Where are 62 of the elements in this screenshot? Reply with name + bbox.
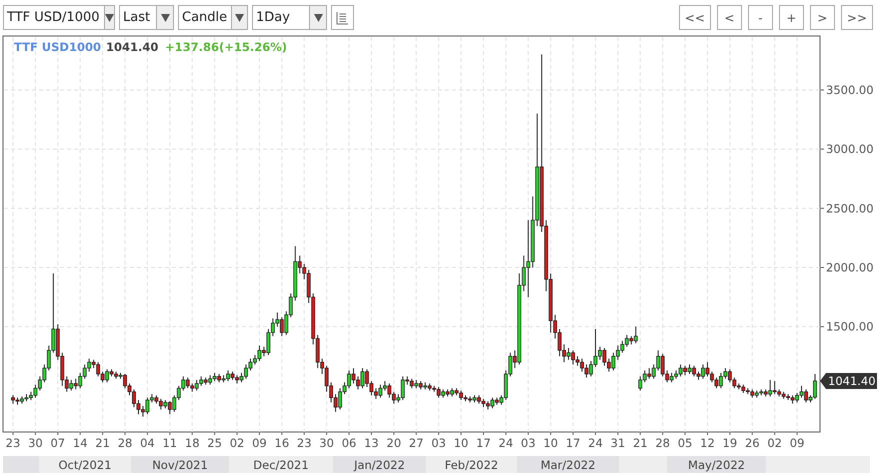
axis-label: 27 [408,436,424,450]
axis-label: 26 [744,436,760,450]
axis-label: 21 [632,436,648,450]
axis-label: 23 [6,436,20,450]
axis-label: 09 [252,436,267,450]
navigation-button[interactable]: > [810,5,835,30]
change-label: +137.86(+15.26%) [165,40,288,54]
price-type-dropdown[interactable]: Last [119,5,174,30]
axis-label: 30 [28,436,43,450]
month-label: May/2022 [667,456,766,473]
axis-label: 2500.00 [826,201,874,216]
axis-label: 28 [118,436,132,450]
month-label: Jan/2022 [333,456,426,473]
axis-label: 14 [72,436,88,450]
chart-type-dropdown[interactable]: Candle [178,5,248,30]
axis-label: 21 [95,436,110,450]
axis-label: 18 [184,436,200,450]
month-label: Oct/2021 [39,456,131,473]
axis-label: 11 [162,436,178,450]
interval-dropdown[interactable]: 1Day [252,5,327,30]
axis-label: 05 [678,436,692,450]
axis-label: 3000.00 [826,142,874,156]
axis-label: 23 [296,436,312,450]
axis-label: 09 [790,436,804,450]
navigation-button[interactable]: - [748,5,773,30]
axis-label: 20 [386,436,402,450]
axis-label: 02 [767,436,782,450]
axis-label: 17 [476,436,491,450]
axis-label: 06 [342,436,356,450]
axis-label: 16 [274,436,290,450]
axis-label: 24 [588,436,603,450]
axis-label: 12 [700,436,715,450]
axis-label: 28 [655,436,670,450]
axis-label: 31 [610,436,626,450]
axis-label: 10 [543,436,558,450]
axis-label: 03 [520,436,536,450]
axis-label: 03 [431,436,446,450]
navigation-button[interactable]: >> [840,5,873,30]
axis-label: 04 [140,436,155,450]
symbol-label: TTF USD1000 [14,40,101,54]
month-label: Mar/2022 [517,456,619,473]
axis-label: 13 [364,436,379,450]
axis-label: 30 [319,436,334,450]
axis-label: 1500.00 [826,320,874,334]
axis-label: 24 [498,436,514,450]
navigation-button[interactable]: < [716,5,742,30]
axis-label: 10 [454,436,468,450]
axis-label: 07 [50,436,66,450]
month-label: Dec/2021 [229,456,333,473]
navigation-button[interactable]: + [778,5,804,30]
month-label: Nov/2021 [131,456,229,473]
axis-label: 02 [230,436,244,450]
axis-label: 19 [722,436,738,450]
axis-label: 3500.00 [826,82,874,97]
axis-label: 2000.00 [826,260,874,274]
price-label: 1041.40 [106,40,158,54]
navigation-button[interactable]: << [678,5,711,30]
axis-label: 17 [566,436,580,450]
last-price-tag: 1041.40 [820,372,877,389]
month-label: Feb/2022 [426,456,517,473]
symbol-dropdown[interactable]: TTF USD/1000 [3,5,115,30]
axis-label: 25 [207,436,222,450]
